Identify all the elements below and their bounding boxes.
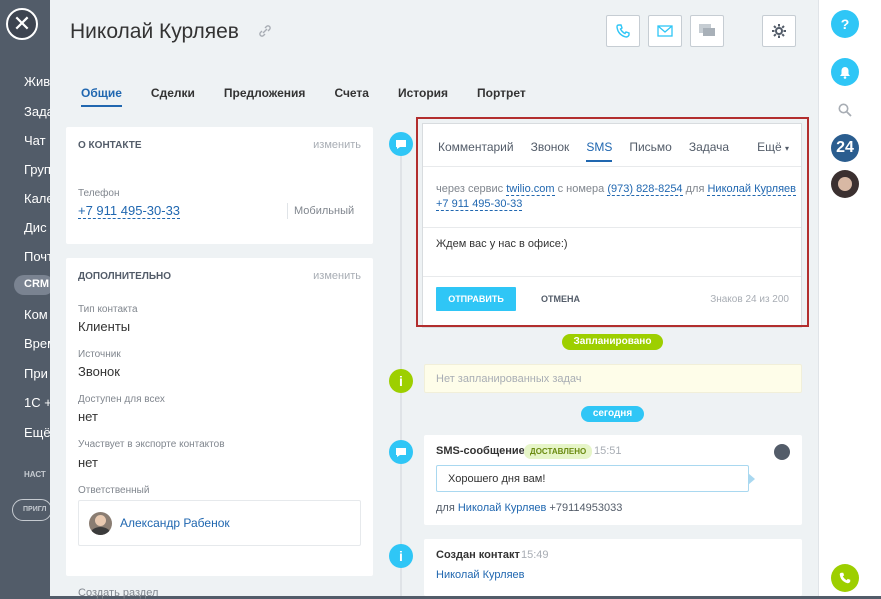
sms-recipient-line: для Николай Курляев +79114953033: [436, 502, 622, 514]
sms-recipient-phone: +79114953033: [549, 502, 623, 514]
responsible-label: Ответственный: [78, 485, 150, 496]
search-icon[interactable]: [831, 96, 859, 124]
tab-deals[interactable]: Сделки: [151, 86, 195, 107]
contact-created-item: Создан контакт 15:49 Николай Курляев: [424, 539, 802, 596]
right-sidebar: ? 24: [818, 0, 881, 596]
contact-tabs: Общие Сделки Предложения Счета История П…: [81, 86, 526, 107]
bg-menu-item[interactable]: При: [24, 366, 50, 381]
phone-icon[interactable]: [831, 564, 859, 592]
timeline-line: [400, 140, 402, 596]
create-section-link[interactable]: Создать раздел: [78, 587, 158, 599]
tab-portrait[interactable]: Портрет: [477, 86, 526, 107]
bg-menu-item[interactable]: Чат: [24, 133, 50, 148]
settings-button[interactable]: [762, 15, 796, 47]
sms-item-title: SMS-сообщение: [436, 445, 525, 457]
about-contact-card: О КОНТАКТЕ изменить Телефон +7 911 495-3…: [66, 127, 373, 244]
about-card-title[interactable]: О КОНТАКТЕ: [78, 140, 142, 151]
responsible-name[interactable]: Александр Рабенок: [120, 516, 230, 530]
field-label: Участвует в экспорте контактов: [78, 439, 225, 450]
for-prefix: для: [436, 502, 455, 514]
mail-icon: [657, 25, 673, 37]
field-value: нет: [78, 455, 98, 470]
link-icon[interactable]: [258, 24, 272, 41]
field-value: нет: [78, 409, 98, 424]
bg-menu-item[interactable]: Кале: [24, 191, 50, 206]
phone-type: Мобильный: [294, 205, 355, 217]
responsible-box: Александр Рабенок: [78, 500, 361, 546]
no-tasks-text: Нет запланированных задач: [436, 373, 582, 385]
help-icon[interactable]: ?: [831, 10, 859, 38]
created-contact-link[interactable]: Николай Курляев: [436, 569, 525, 581]
additional-edit-link[interactable]: изменить: [313, 270, 361, 282]
field-value: Клиенты: [78, 319, 131, 334]
sms-recipient-link[interactable]: Николай Курляев: [458, 502, 547, 514]
bg-menu-item[interactable]: 1С +: [24, 395, 50, 410]
sms-icon: [389, 440, 413, 464]
tab-quotes[interactable]: Предложения: [224, 86, 306, 107]
contact-slider: Николай Курляев Общие Сделки Предложения…: [50, 0, 818, 599]
phone-value[interactable]: +7 911 495-30-33: [78, 203, 181, 219]
bg-invite-button[interactable]: ПРИГЛ: [12, 499, 52, 521]
bg-settings-label: НАСТ: [24, 470, 46, 479]
planned-badge: Запланировано: [562, 334, 663, 350]
info-icon: i: [389, 369, 413, 393]
page-title: Николай Курляев: [70, 20, 239, 43]
bg-menu-item[interactable]: Ком: [24, 307, 50, 322]
highlight-frame: [416, 117, 809, 327]
avatar: [89, 512, 112, 535]
no-tasks-item: Нет запланированных задач: [424, 364, 802, 393]
status-badge: ДОСТАВЛЕНО: [524, 444, 593, 459]
close-icon[interactable]: ✕: [6, 8, 38, 40]
email-button[interactable]: [648, 15, 682, 47]
sms-time: 15:51: [594, 445, 622, 457]
user-avatar[interactable]: [831, 170, 859, 198]
field-label: Доступен для всех: [78, 394, 165, 405]
tab-invoices[interactable]: Счета: [334, 86, 369, 107]
counter-badge[interactable]: 24: [831, 134, 859, 162]
sms-bubble-text: Хорошего дня вам!: [448, 473, 546, 485]
phone-icon: [616, 24, 630, 38]
sms-bubble: Хорошего дня вам!: [436, 465, 755, 492]
bg-menu-item[interactable]: Дис: [24, 220, 50, 235]
additional-card: ДОПОЛНИТЕЛЬНО изменить Тип контакта Клие…: [66, 258, 373, 599]
bg-menu-item[interactable]: Жив: [24, 74, 50, 89]
field-label: Тип контакта: [78, 304, 138, 315]
bg-menu-item[interactable]: Груп: [24, 162, 50, 177]
comment-icon: [389, 132, 413, 156]
chat-icon: [699, 24, 715, 36]
author-avatar[interactable]: [774, 444, 790, 460]
tab-general[interactable]: Общие: [81, 86, 122, 107]
bg-menu-item[interactable]: Почт: [24, 249, 50, 264]
field-label: Источник: [78, 349, 121, 360]
divider: [287, 203, 288, 219]
created-time: 15:49: [521, 549, 549, 561]
info-icon: i: [389, 544, 413, 568]
created-title: Создан контакт: [436, 549, 520, 561]
phone-label: Телефон: [78, 188, 120, 199]
additional-card-title[interactable]: ДОПОЛНИТЕЛЬНО: [78, 271, 171, 282]
sms-history-item: SMS-сообщение ДОСТАВЛЕНО 15:51 Хорошего …: [424, 435, 802, 525]
bg-menu-crm[interactable]: CRM: [14, 275, 54, 295]
bg-menu-item[interactable]: Зада: [24, 104, 50, 119]
call-button[interactable]: [606, 15, 640, 47]
background-left-menu: ✕ Жив Зада Чат Груп Кале Дис Почт CRM Ко…: [0, 0, 54, 596]
today-badge: сегодня: [581, 406, 644, 422]
bg-menu-item[interactable]: Врем: [24, 336, 50, 351]
field-value: Звонок: [78, 364, 120, 379]
gear-icon: [772, 24, 786, 38]
about-edit-link[interactable]: изменить: [313, 139, 361, 151]
bell-icon[interactable]: [831, 58, 859, 86]
bg-menu-item[interactable]: Ещё: [24, 425, 50, 440]
tab-history[interactable]: История: [398, 86, 448, 107]
message-button[interactable]: [690, 15, 724, 47]
